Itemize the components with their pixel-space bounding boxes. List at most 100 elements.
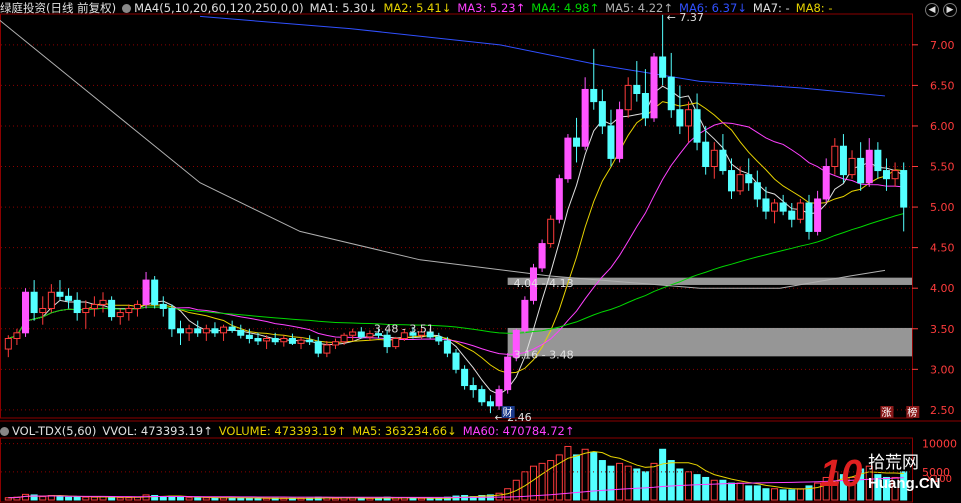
candle-body [159,303,167,309]
volume-bar [719,479,727,501]
price-annotation: 3.48 - 3.51 [374,322,434,335]
volume-header: VOL-TDX(5,60) VVOL: 473393.19↑ VOLUME: 473… [0,423,586,439]
volume-bar [624,465,632,501]
volume-bar [418,497,426,501]
volume-bar [116,497,124,501]
candle-body [366,333,374,338]
candle-body [676,109,684,127]
settings-dot-icon[interactable] [122,4,132,13]
y-tick-label: 7.00 [930,39,955,52]
volume-bar [357,497,365,501]
candle-body [762,198,770,212]
candle-body [555,178,563,220]
candle-body [814,198,822,232]
y-tick-label: 2.50 [930,404,955,417]
ma-params: MA4(5,10,20,60,120,250,0,0) [134,1,304,15]
volume-bar [529,465,537,501]
candle-body [125,307,133,314]
y-tick-label: 6.50 [930,79,955,92]
candle-body [461,368,469,387]
y-tick-label: 6.00 [930,120,955,133]
volume-bar [736,482,744,501]
ma-item-0: MA1: 5.30↓ [309,1,378,15]
candle-body [891,170,899,180]
ma-item-6: MA7: - [752,1,790,15]
ma-line-250 [199,15,886,97]
y-tick-label: 3.50 [930,323,955,336]
volume-bar [125,497,133,501]
candle-body [443,340,451,354]
price-annotation: 4.04 - 4.13 [514,277,574,290]
volume-bar [753,485,761,501]
y-tick-label: 5.50 [930,161,955,174]
candle-body [598,101,606,127]
candle-body [650,56,658,119]
ma-item-2: MA3: 5.23↑ [457,1,526,15]
candle-body [194,328,202,334]
volume-bar [90,496,98,501]
candle-body [306,339,314,343]
vol-item-2: MA5: 363234.66↓ [352,424,457,438]
volume-bar [693,474,701,501]
candle-body [168,307,176,330]
candle-body [753,182,761,200]
candle-body [357,331,365,338]
volume-bar [194,497,202,501]
watermark: 10 拾荒网 Huang.CN [818,446,953,499]
candle-body [185,328,193,334]
volume-bar [538,462,546,501]
candle-body [452,352,460,370]
candle-body [521,299,529,331]
candle-body [4,337,12,350]
nav-right-icon[interactable]: ▶ [943,3,957,17]
candle-body [736,174,744,192]
candle-body [99,299,107,305]
candle-body [280,337,288,343]
candle-body [900,170,908,208]
candle-body [693,109,701,143]
y-tick-label: 3.00 [930,363,955,376]
vol-title: VOL-TDX(5,60) [12,424,97,438]
candle-body [469,385,477,391]
volume-bar [245,497,253,501]
volume-bar [73,496,81,501]
candle-body [435,336,443,342]
vol-item-1: VOLUME: 473393.19↑ [218,424,347,438]
candle-body [13,332,21,339]
candle-body [771,202,779,212]
vol-item-0: VVOL: 473393.19↑ [102,424,213,438]
candle-body [659,56,667,78]
candle-body [263,337,271,342]
volume-bar [650,462,658,501]
candle-body [47,291,55,309]
candle-body [349,331,357,336]
volume-bar [202,497,210,501]
candle-body [237,329,245,336]
candle-body [607,125,615,159]
candle-body [220,326,228,334]
y-tick-label: 4.00 [930,282,955,295]
nav-left-icon[interactable]: ◀ [925,3,939,17]
ma-item-7: MA8: - [795,1,833,15]
candle-body [573,137,581,147]
stock-title: 绿庭投资(日线 前复权) [0,1,117,15]
volume-bar [727,482,736,501]
candle-body [39,307,47,314]
volume-bar [331,497,339,501]
vol-settings-dot-icon[interactable] [0,427,9,436]
candle-body [245,334,253,339]
volume-bar [684,471,692,501]
volume-bar [779,489,787,501]
candle-body [228,326,236,331]
volume-bar [745,485,753,501]
ma-line-120 [0,19,886,289]
volume-bar [702,476,710,501]
candle-body [710,149,718,168]
volume-bar [667,460,675,501]
candle-body [848,157,856,176]
volume-bar [82,496,90,501]
candle-body [202,328,210,334]
candle-body [340,334,348,343]
event-marker: 榜 [907,406,917,419]
candle-body [865,149,873,184]
